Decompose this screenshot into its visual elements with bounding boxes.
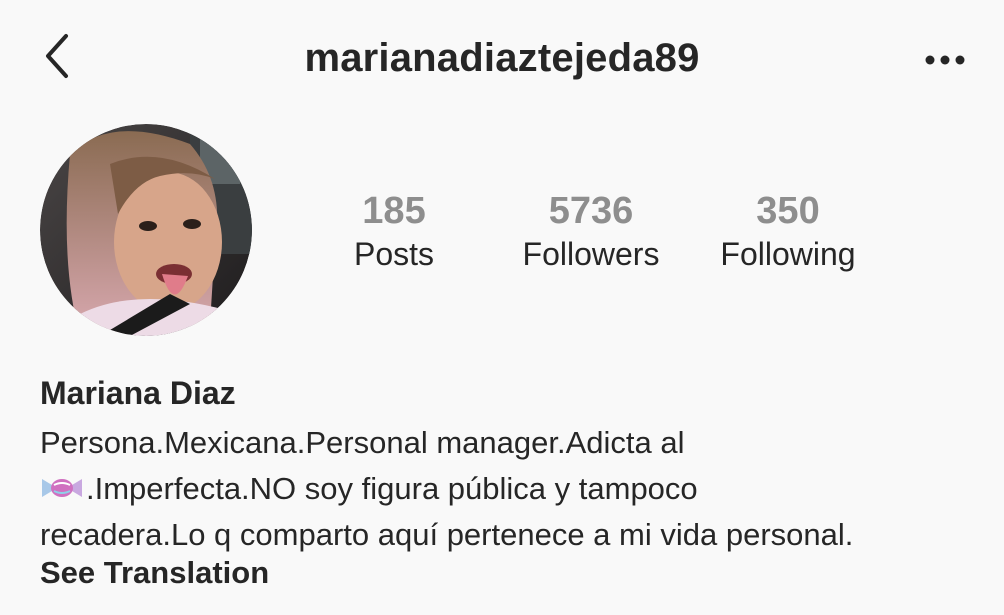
following-stat[interactable]: 350 Following <box>704 190 872 276</box>
profile-bio: Persona.Mexicana.Personal manager.Adicta… <box>40 420 995 558</box>
profile-full-name: Mariana Diaz <box>40 375 236 411</box>
profile-photo <box>40 124 252 336</box>
posts-count: 185 <box>362 190 426 232</box>
following-count: 350 <box>756 190 820 232</box>
profile-header: marianadiaztejeda89 <box>0 0 1004 120</box>
followers-stat[interactable]: 5736 Followers <box>500 190 682 276</box>
bio-line-1: Persona.Mexicana.Personal manager.Adicta… <box>40 425 685 460</box>
bio-line-2-text: .Imperfecta.NO soy figura pública y tamp… <box>86 471 698 506</box>
more-horizontal-icon <box>925 55 965 65</box>
bio-line-3: recadera.Lo q comparto aquí pertenece a … <box>40 517 854 552</box>
candy-icon <box>42 479 82 497</box>
followers-count: 5736 <box>548 190 634 232</box>
posts-label: Posts <box>353 236 435 272</box>
followers-label: Followers <box>522 236 660 272</box>
profile-screen: marianadiaztejeda89 185 Posts 5736 Follo… <box>0 0 1004 615</box>
more-options-button[interactable] <box>916 38 976 82</box>
page-title: marianadiaztejeda89 <box>304 36 700 80</box>
bio-line-2: .Imperfecta.NO soy figura pública y tamp… <box>40 466 995 512</box>
avatar[interactable] <box>40 124 252 336</box>
see-translation-link[interactable]: See Translation <box>40 555 269 591</box>
following-label: Following <box>720 236 856 272</box>
posts-stat[interactable]: 185 Posts <box>336 190 452 276</box>
